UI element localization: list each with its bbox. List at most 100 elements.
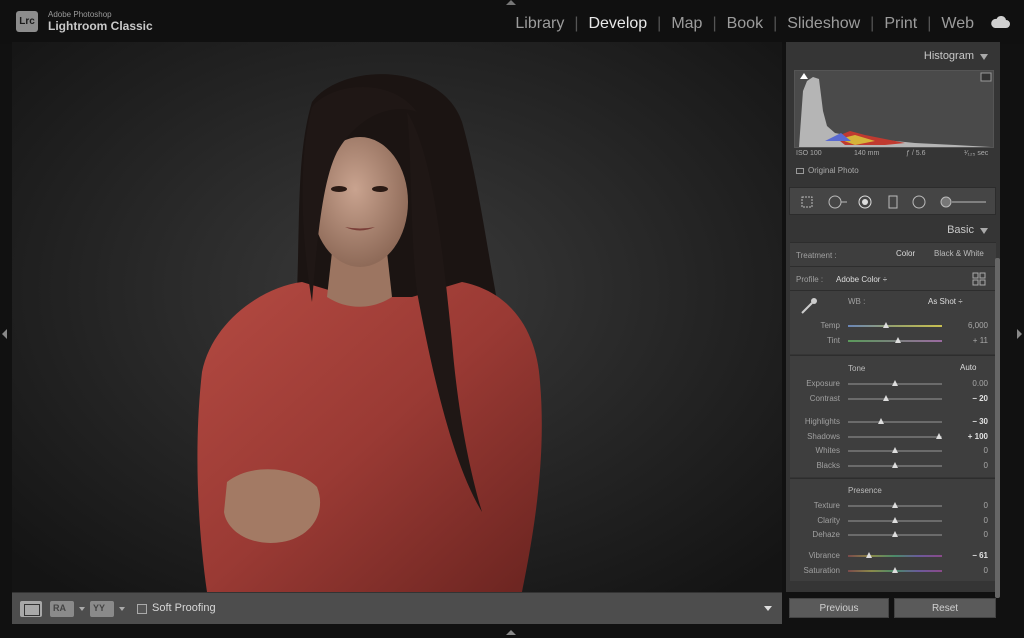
blacks-value[interactable]: 0 [984,461,988,470]
tool-strip [789,187,996,215]
basic-header[interactable]: Basic [786,218,996,242]
temp-slider-handle[interactable] [882,322,889,328]
vibrance-slider[interactable] [848,552,942,558]
dehaze-value[interactable]: 0 [984,530,988,539]
temp-value[interactable]: 6,000 [968,321,988,330]
temp-slider[interactable] [848,322,942,328]
texture-slider[interactable] [848,502,942,508]
exposure-value[interactable]: 0.00 [972,379,988,388]
loupe-view-button[interactable] [20,601,42,617]
tint-value[interactable]: + 11 [973,336,988,345]
product-name: Lightroom Classic [48,19,153,33]
histogram-header[interactable]: Histogram [786,44,996,68]
before-after-button[interactable]: RA [50,601,74,617]
module-map[interactable]: Map [661,15,712,33]
clarity-label: Clarity [817,516,840,525]
before-after-label: RA [53,603,66,613]
texture-slider-handle[interactable] [892,502,898,508]
white-balance-group: WB : As Shot ÷ Temp 6,000 Tint + 11 [790,290,996,354]
blacks-slider-handle[interactable] [892,462,898,468]
contrast-slider[interactable] [848,395,942,401]
module-library[interactable]: Library [505,15,574,33]
original-photo-checkbox[interactable] [796,167,804,174]
aperture-value: ƒ / 5.6 [906,150,926,157]
histogram-title: Histogram [923,50,974,62]
adjustment-brush-icon[interactable] [940,195,990,209]
right-panel: Histogram ISO 100 140 mm ƒ / 5.6 ¹⁄₁₂₅ s… [786,42,1000,598]
collapse-triangle-icon[interactable] [980,228,988,234]
auto-button[interactable]: Auto [960,363,976,372]
radial-filter-icon[interactable] [912,195,926,209]
treatment-color-option[interactable]: Color [896,249,915,258]
wb-label: WB : [848,297,866,306]
highlights-value[interactable]: − 30 [972,417,988,426]
photo-canvas[interactable] [12,42,782,592]
portrait-photo [12,42,782,592]
shadows-value[interactable]: + 100 [968,432,988,441]
original-photo-label: Original Photo [808,166,859,175]
contrast-label: Contrast [809,394,840,403]
wb-dropdown[interactable]: As Shot ÷ [928,297,963,306]
saturation-slider-handle[interactable] [892,567,898,573]
temp-label: Temp [820,321,840,330]
chevron-down-icon[interactable] [79,607,85,611]
bottom-toolbar: RA YY Soft Proofing [12,592,782,624]
whites-slider[interactable] [848,447,942,453]
module-print[interactable]: Print [874,15,927,33]
cloud-icon[interactable] [990,15,1010,29]
presence-group: Presence Texture 0 Clarity 0 Dehaze 0 Vi… [790,478,996,581]
bottom-panel-toggle-icon[interactable] [506,630,516,635]
whites-label: Whites [815,446,840,455]
previous-button[interactable]: Previous [789,598,889,618]
vibrance-value[interactable]: − 61 [972,551,988,560]
collapse-triangle-icon[interactable] [980,54,988,60]
module-web[interactable]: Web [931,15,984,33]
toolbar-menu-icon[interactable] [760,602,776,616]
dehaze-slider[interactable] [848,531,942,537]
tint-slider[interactable] [848,337,942,343]
exif-info: ISO 100 140 mm ƒ / 5.6 ¹⁄₁₂₅ sec [796,148,992,162]
treatment-bw-option[interactable]: Black & White [934,249,984,258]
exposure-slider[interactable] [848,380,942,386]
shadows-label: Shadows [807,432,840,441]
crop-icon[interactable] [800,195,814,209]
profile-browser-icon[interactable] [972,272,986,286]
dehaze-slider-handle[interactable] [892,531,898,537]
blacks-slider[interactable] [848,462,942,468]
app-logo: Lrc [16,11,38,32]
original-photo-toggle[interactable]: Original Photo [796,166,859,175]
red-eye-icon[interactable] [858,195,872,209]
whites-value[interactable]: 0 [984,446,988,455]
clarity-slider[interactable] [848,517,942,523]
texture-value[interactable]: 0 [984,501,988,510]
clarity-slider-handle[interactable] [892,517,898,523]
reset-button[interactable]: Reset [894,598,996,618]
shadows-slider[interactable] [848,433,943,439]
profile-dropdown[interactable]: Adobe Color ÷ [836,275,887,284]
module-book[interactable]: Book [717,15,773,33]
graduated-filter-icon[interactable] [886,195,900,209]
right-panel-toggle-icon[interactable] [1017,329,1022,339]
chevron-down-icon[interactable] [119,607,125,611]
contrast-slider-handle[interactable] [882,395,889,401]
saturation-value[interactable]: 0 [984,566,988,575]
exposure-slider-handle[interactable] [892,380,898,386]
compare-button[interactable]: YY [90,601,114,617]
left-panel-toggle-icon[interactable] [2,329,7,339]
clarity-value[interactable]: 0 [984,516,988,525]
eyedropper-icon[interactable] [798,295,820,317]
module-slideshow[interactable]: Slideshow [777,15,870,33]
tint-slider-handle[interactable] [894,337,901,343]
saturation-slider[interactable] [848,567,942,573]
shadows-slider-handle[interactable] [936,433,943,439]
top-panel-toggle-icon[interactable] [506,0,516,5]
highlights-slider[interactable] [848,418,942,424]
spot-removal-icon[interactable] [828,195,848,209]
panel-scrollbar[interactable] [995,258,1000,598]
contrast-value[interactable]: − 20 [972,394,988,403]
vibrance-slider-handle[interactable] [865,552,872,558]
whites-slider-handle[interactable] [892,447,898,453]
soft-proofing-checkbox[interactable] [137,604,147,614]
module-develop[interactable]: Develop [578,15,657,33]
highlights-slider-handle[interactable] [877,418,884,424]
